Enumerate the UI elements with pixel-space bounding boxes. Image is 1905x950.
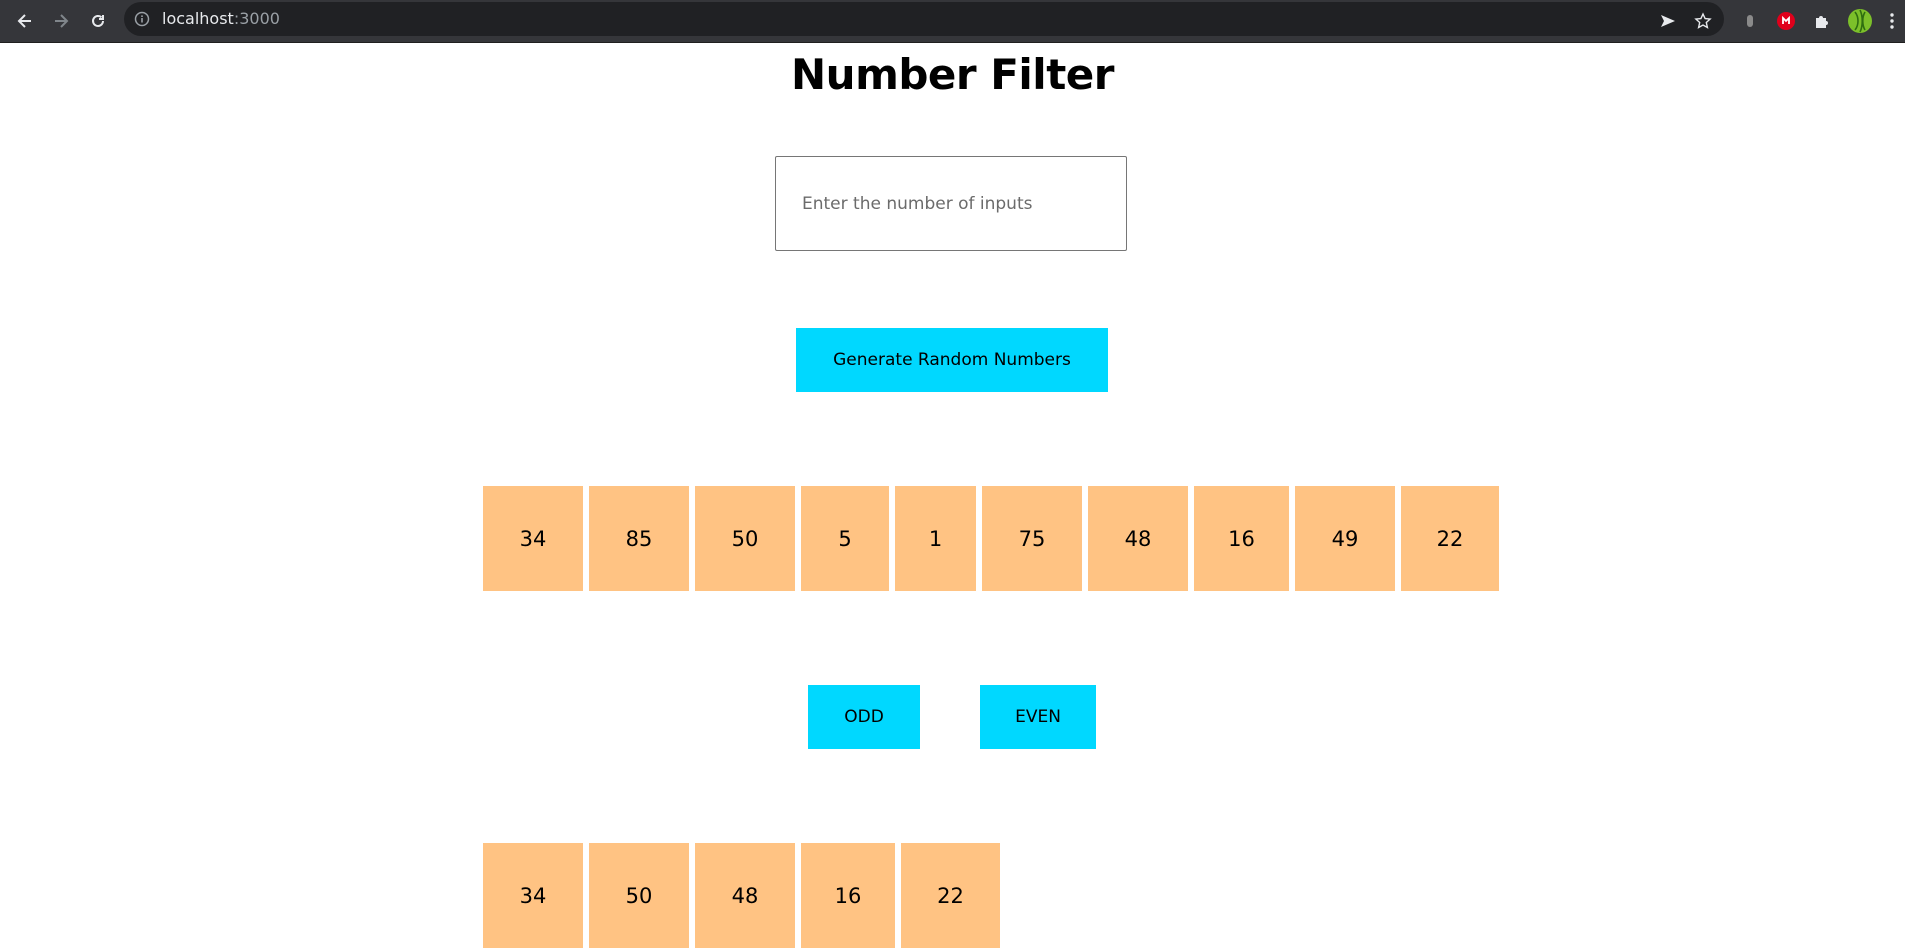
browser-toolbar: localhost:3000 — [0, 0, 1905, 43]
extension-red-icon[interactable] — [1771, 6, 1801, 36]
url-text: localhost:3000 — [162, 9, 280, 28]
number-cell: 75 — [982, 486, 1082, 591]
odd-filter-button[interactable]: ODD — [808, 685, 920, 749]
extension-gray-icon[interactable] — [1735, 6, 1765, 36]
filtered-number-cell: 22 — [901, 843, 1000, 948]
number-cell: 34 — [483, 486, 583, 591]
number-of-inputs-field[interactable] — [775, 156, 1127, 251]
star-icon[interactable] — [1688, 6, 1718, 36]
filtered-number-cell: 50 — [589, 843, 689, 948]
profile-avatar[interactable] — [1845, 6, 1875, 36]
number-cell: 50 — [695, 486, 795, 591]
url-host: localhost — [162, 9, 234, 28]
menu-kebab-icon[interactable] — [1882, 6, 1902, 36]
reload-icon[interactable] — [83, 6, 113, 36]
number-cell: 48 — [1088, 486, 1188, 591]
even-filter-button[interactable]: EVEN — [980, 685, 1096, 749]
info-icon[interactable] — [134, 11, 150, 31]
send-icon[interactable] — [1653, 6, 1683, 36]
address-bar[interactable]: localhost:3000 — [124, 2, 1724, 36]
number-cell: 49 — [1295, 486, 1395, 591]
filtered-number-cell: 48 — [695, 843, 795, 948]
generate-random-numbers-button[interactable]: Generate Random Numbers — [796, 328, 1108, 392]
number-cell: 16 — [1194, 486, 1289, 591]
number-cell: 85 — [589, 486, 689, 591]
filtered-number-cell: 34 — [483, 843, 583, 948]
forward-icon[interactable] — [46, 6, 76, 36]
extensions-puzzle-icon[interactable] — [1807, 6, 1837, 36]
url-port: :3000 — [233, 9, 280, 28]
page-title: Number Filter — [791, 50, 1114, 99]
filtered-number-cell: 16 — [801, 843, 895, 948]
number-cell: 1 — [895, 486, 976, 591]
number-cell: 22 — [1401, 486, 1499, 591]
back-icon[interactable] — [10, 6, 40, 36]
number-cell: 5 — [801, 486, 889, 591]
filtered-numbers-list: 34 50 48 16 22 — [483, 843, 1000, 948]
numbers-list: 34 85 50 5 1 75 48 16 49 22 — [483, 486, 1499, 591]
